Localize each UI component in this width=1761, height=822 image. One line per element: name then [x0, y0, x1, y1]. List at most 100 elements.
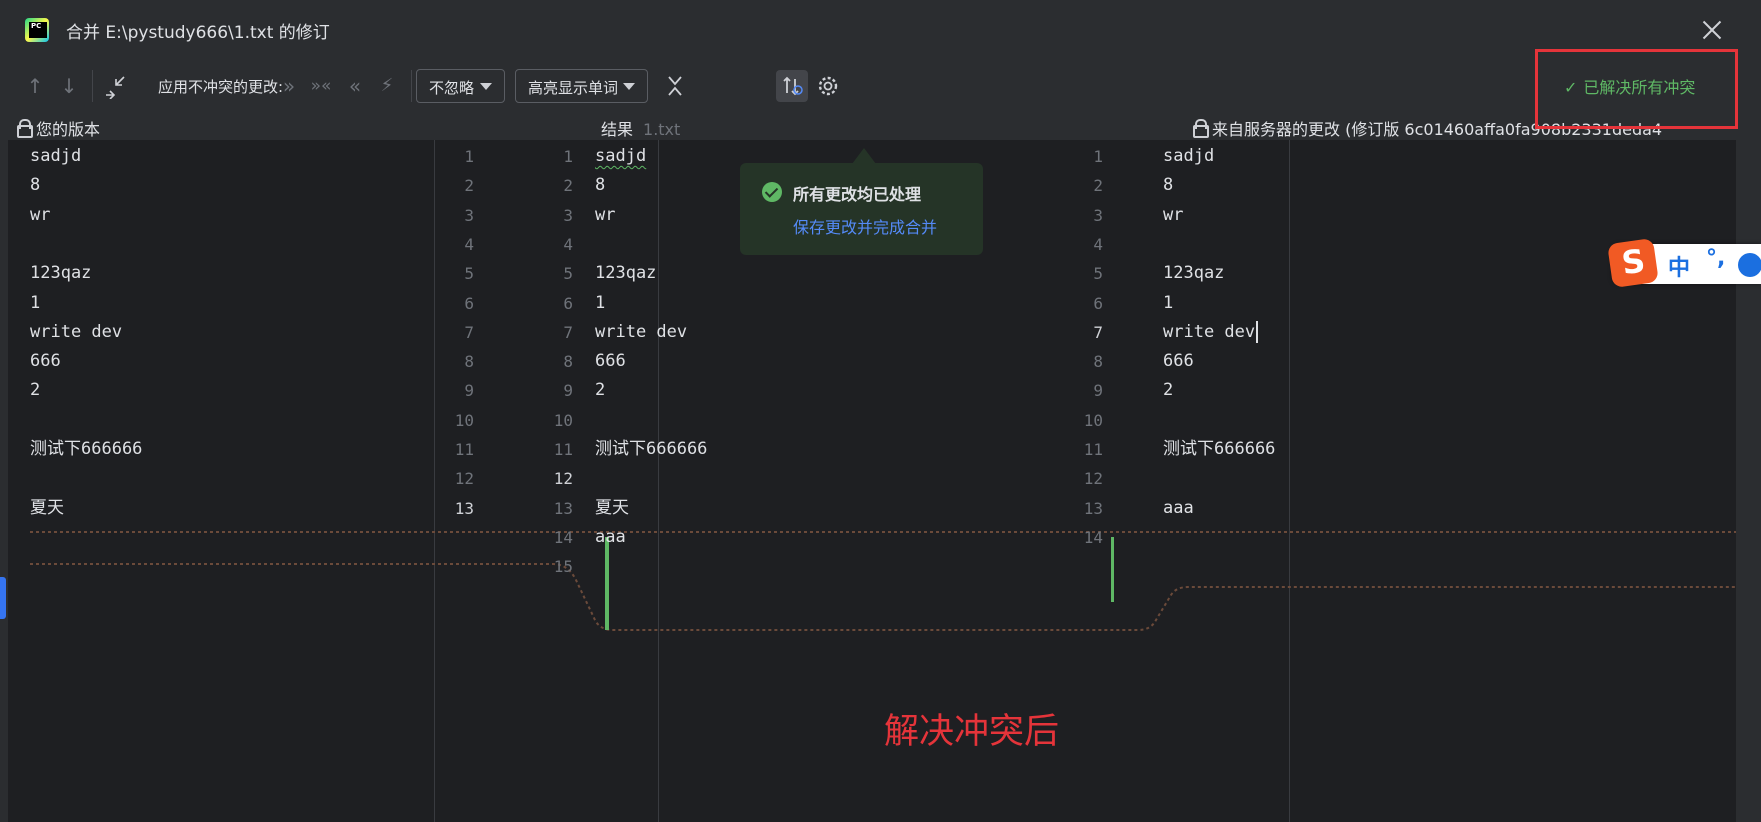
code-line: 1 [30, 292, 41, 313]
close-button[interactable] [1699, 17, 1725, 43]
line-number: 7 [1093, 322, 1103, 342]
line-number: 11 [553, 440, 573, 459]
merge-toolbar: ↑ ↓ 应用不冲突的更改: » »« « ⚡ 不忽略 高亮显示单词 ✓ 已解决所有… [8, 60, 1744, 112]
pycharm-logo-icon [25, 18, 49, 42]
apply-changes-icon[interactable] [102, 73, 128, 100]
line-number: 15 [553, 557, 573, 577]
window-title: 合并 E:\pystudy666\1.txt 的修订 [66, 23, 330, 43]
line-number: 9 [464, 381, 474, 401]
ime-chinese-mode[interactable]: 中 [1668, 250, 1690, 282]
code-line: sadjd [595, 146, 647, 166]
accept-all-icon[interactable]: »« [308, 73, 334, 99]
line-number: 10 [454, 410, 474, 430]
line-number: 13 [1083, 498, 1103, 518]
code-line: 2 [1163, 380, 1174, 401]
success-check-icon [762, 182, 782, 202]
line-number: 3 [464, 205, 474, 225]
line-number: 12 [1083, 469, 1103, 489]
code-line: 123qaz [1163, 263, 1225, 284]
line-number: 10 [553, 410, 573, 430]
arrow-down-icon[interactable]: ↓ [56, 73, 82, 99]
ime-punctuation-mode[interactable]: °, [1706, 246, 1725, 271]
code-line: wr [30, 204, 51, 225]
line-number: 5 [563, 264, 573, 284]
conflict-gutter-mark [1111, 537, 1114, 602]
accept-right-icon[interactable]: « [342, 73, 368, 99]
line-number: 4 [1093, 234, 1103, 254]
code-line: write dev [1163, 316, 1259, 349]
line-number: 11 [1083, 440, 1103, 459]
line-number: 11 [454, 440, 474, 459]
code-line: wr [595, 204, 616, 225]
line-number: 2 [1093, 176, 1103, 196]
notification-pointer [852, 148, 876, 164]
code-line: 123qaz [30, 263, 92, 284]
code-line: 666 [30, 351, 61, 372]
chevron-down-icon [623, 83, 635, 90]
code-line: wr [1163, 204, 1184, 225]
panel-headers: 您的版本 结果 1.txt 来自服务器的更改 (修订版 6c01460affa0f… [8, 112, 1744, 140]
sogou-logo-icon [1607, 238, 1659, 288]
title-bar: 合并 E:\pystudy666\1.txt 的修订 [8, 0, 1744, 60]
code-line: 1 [595, 292, 606, 313]
magic-resolve-icon[interactable]: ⚡ [374, 73, 400, 99]
line-number: 10 [1083, 410, 1103, 430]
annotation-highlight-box [1535, 49, 1738, 129]
line-number: 9 [563, 381, 573, 401]
line-number: 4 [464, 234, 474, 254]
accept-left-icon[interactable]: » [276, 73, 302, 99]
code-line: 测试下666666 [30, 439, 143, 459]
code-line: 8 [30, 175, 41, 196]
line-number: 12 [454, 469, 474, 489]
code-line: 夏天 [595, 497, 629, 518]
code-line: 666 [595, 351, 626, 372]
code-line: sadjd [30, 146, 82, 166]
line-number: 2 [563, 176, 573, 196]
ime-toolbar[interactable]: 中 °, [1607, 238, 1761, 288]
highlight-dropdown[interactable]: 高亮显示单词 [515, 69, 648, 103]
emoji-icon[interactable] [1738, 253, 1761, 277]
lock-icon [1193, 119, 1209, 138]
result-label: 结果 [601, 120, 634, 139]
toolbar-separator [92, 70, 93, 102]
line-number: 5 [1093, 264, 1103, 284]
line-number: 5 [464, 264, 474, 284]
ignore-whitespace-dropdown[interactable]: 不忽略 [416, 69, 505, 103]
background-ide-accent [0, 577, 6, 619]
line-number: 8 [464, 352, 474, 372]
code-line: aaa [1163, 497, 1194, 518]
annotation-caption: 解决冲突后 [884, 712, 1060, 752]
line-number: 2 [464, 176, 474, 196]
merge-complete-notification: 所有更改均已处理 保存更改并完成合并 [740, 163, 983, 255]
collapse-unchanged-icon[interactable] [662, 73, 688, 99]
background-ide-edge [0, 0, 8, 822]
gear-icon[interactable] [815, 73, 841, 99]
line-number: 1 [1093, 147, 1103, 166]
toolbar-separator [411, 70, 412, 102]
chevron-down-icon [480, 83, 492, 90]
sync-scroll-button[interactable] [776, 70, 808, 102]
line-number: 1 [563, 147, 573, 166]
line-number: 7 [563, 322, 573, 342]
code-line: 测试下666666 [1163, 439, 1276, 459]
result-panel-title: 结果 1.txt [601, 116, 680, 140]
arrow-up-icon[interactable]: ↑ [22, 73, 48, 99]
code-line: 2 [30, 380, 41, 401]
save-and-finish-link[interactable]: 保存更改并完成合并 [793, 214, 937, 238]
result-file-name: 1.txt [643, 120, 681, 139]
line-number: 6 [1093, 293, 1103, 313]
line-number: 8 [563, 352, 573, 372]
text-caret [1256, 320, 1259, 343]
code-line: 8 [595, 175, 606, 196]
line-number: 12 [553, 469, 573, 489]
code-line: 夏天 [30, 497, 64, 518]
line-number: 14 [553, 527, 573, 547]
line-number: 13 [553, 498, 573, 518]
code-line: 123qaz [595, 263, 657, 284]
line-number: 7 [464, 322, 474, 342]
line-number: 3 [1093, 205, 1103, 225]
code-line: sadjd [1163, 146, 1215, 166]
line-number: 9 [1093, 381, 1103, 401]
line-number: 4 [563, 234, 573, 254]
code-line: write dev [595, 321, 688, 342]
